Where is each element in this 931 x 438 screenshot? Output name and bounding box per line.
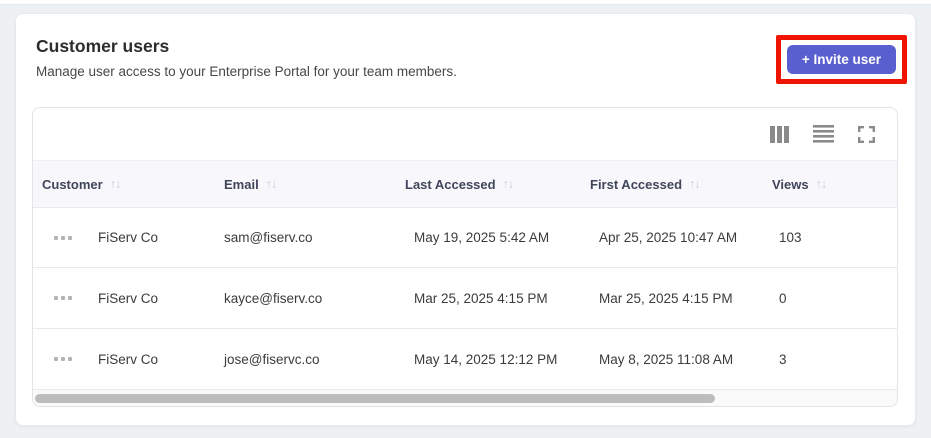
sort-icon[interactable]: ↑↓ xyxy=(503,177,514,191)
page-title: Customer users xyxy=(36,36,170,56)
table-toolbar xyxy=(33,108,897,160)
row-menu-icon[interactable] xyxy=(52,353,74,365)
top-app-strip xyxy=(0,0,931,5)
sort-icon[interactable]: ↑↓ xyxy=(816,177,827,191)
cell-last-accessed: Mar 25, 2025 4:15 PM xyxy=(414,290,548,306)
column-header-first-accessed[interactable]: First Accessed ↑↓ xyxy=(590,177,772,192)
table-row: FiServ Co jose@fiservc.co May 14, 2025 1… xyxy=(33,329,897,390)
cell-last-accessed: May 14, 2025 12:12 PM xyxy=(414,351,558,367)
cell-last-accessed: May 19, 2025 5:42 AM xyxy=(414,230,550,245)
column-header-customer[interactable]: Customer ↑↓ xyxy=(42,177,224,192)
cell-views: 0 xyxy=(779,290,787,306)
column-label: Last Accessed xyxy=(405,176,496,192)
sort-icon[interactable]: ↑↓ xyxy=(110,177,121,191)
column-label: Views xyxy=(772,176,809,192)
column-header-views[interactable]: Views ↑↓ xyxy=(772,177,897,192)
table-header-row: Customer ↑↓ Email ↑↓ Last Accessed ↑↓ Fi… xyxy=(33,160,897,207)
cell-first-accessed: May 8, 2025 11:08 AM xyxy=(599,351,734,367)
cell-email: kayce@fiserv.co xyxy=(224,290,323,306)
column-label: Customer xyxy=(42,176,103,192)
row-menu-icon[interactable] xyxy=(52,232,74,244)
row-menu-icon[interactable] xyxy=(52,292,74,304)
customer-users-panel: Customer users Manage user access to you… xyxy=(15,13,916,426)
sort-icon[interactable]: ↑↓ xyxy=(689,177,700,191)
page-subtitle: Manage user access to your Enterprise Po… xyxy=(36,64,457,79)
cell-views: 3 xyxy=(779,351,787,367)
cell-first-accessed: Apr 25, 2025 10:47 AM xyxy=(599,230,738,245)
cell-customer: FiServ Co xyxy=(98,351,159,367)
cell-customer: FiServ Co xyxy=(98,230,159,245)
horizontal-scrollbar[interactable] xyxy=(33,390,897,406)
cell-email: sam@fiserv.co xyxy=(224,230,313,245)
column-header-last-accessed[interactable]: Last Accessed ↑↓ xyxy=(405,177,590,192)
scrollbar-thumb[interactable] xyxy=(35,394,715,403)
cell-views: 103 xyxy=(779,230,802,245)
columns-icon[interactable] xyxy=(770,125,789,143)
density-icon[interactable] xyxy=(813,125,834,143)
sort-icon[interactable]: ↑↓ xyxy=(266,177,277,191)
cell-first-accessed: Mar 25, 2025 4:15 PM xyxy=(599,290,733,306)
column-header-email[interactable]: Email ↑↓ xyxy=(224,177,405,192)
table-row: FiServ Co sam@fiserv.co May 19, 2025 5:4… xyxy=(33,207,897,268)
column-label: Email xyxy=(224,176,259,192)
table-row: FiServ Co kayce@fiserv.co Mar 25, 2025 4… xyxy=(33,268,897,329)
column-label: First Accessed xyxy=(590,176,683,192)
annotation-highlight-box: + Invite user xyxy=(775,35,907,84)
cell-email: jose@fiservc.co xyxy=(224,351,320,367)
fullscreen-icon[interactable] xyxy=(858,125,875,143)
users-table-card: Customer ↑↓ Email ↑↓ Last Accessed ↑↓ Fi… xyxy=(32,107,898,407)
invite-user-button[interactable]: + Invite user xyxy=(786,45,896,74)
cell-customer: FiServ Co xyxy=(98,290,159,306)
